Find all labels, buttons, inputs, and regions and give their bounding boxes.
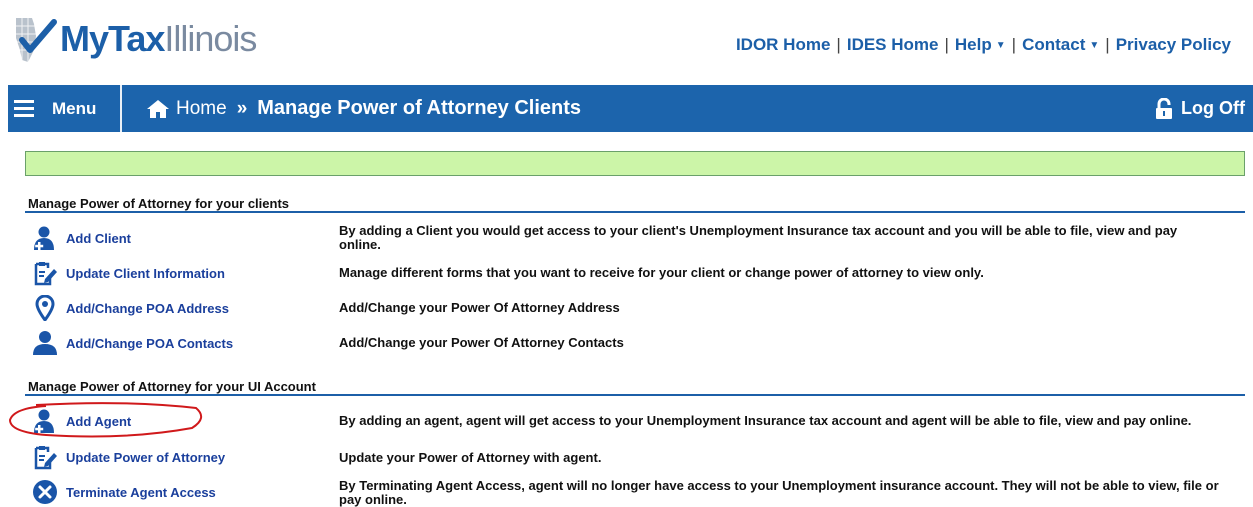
add-change-poa-address-link[interactable]: Add/Change POA Address [32, 295, 229, 321]
update-client-information-link[interactable]: Update Client Information [32, 260, 225, 286]
caret-down-icon: ▼ [1089, 40, 1100, 52]
help-dropdown[interactable]: Help ▼ [955, 35, 1006, 55]
update-power-of-attorney-description: Update your Power of Attorney with agent… [339, 450, 602, 465]
home-icon [147, 99, 169, 118]
home-label: Home [176, 97, 227, 119]
section-title-ui-account: Manage Power of Attorney for your UI Acc… [28, 379, 316, 394]
idor-home-link[interactable]: IDOR Home [736, 35, 830, 55]
edit-document-icon [32, 260, 58, 286]
link-separator: | [1105, 35, 1110, 54]
log-off-label: Log Off [1181, 98, 1245, 118]
main-navbar: Menu Home » Manage Power of Attorney Cli… [8, 85, 1253, 132]
log-off-button[interactable]: Log Off [1155, 85, 1245, 132]
lock-icon [1156, 97, 1173, 119]
close-circle-icon [32, 479, 58, 505]
add-change-poa-contacts-label: Add/Change POA Contacts [66, 335, 234, 351]
help-label: Help [954, 35, 992, 54]
terminate-agent-access-link[interactable]: Terminate Agent Access [32, 479, 216, 505]
update-power-of-attorney-label: Update Power of Attorney [66, 449, 226, 465]
breadcrumb-separator: » [236, 97, 248, 119]
add-change-poa-address-description: Add/Change your Power Of Attorney Addres… [339, 300, 620, 315]
update-power-of-attorney-link[interactable]: Update Power of Attorney [32, 444, 225, 470]
add-change-poa-contacts-description: Add/Change your Power Of Attorney Contac… [339, 335, 624, 350]
map-pin-icon [32, 295, 58, 321]
add-client-description: By adding a Client you would get access … [339, 223, 1178, 252]
contact-dropdown[interactable]: Contact ▼ [1022, 35, 1099, 55]
link-separator: | [1011, 35, 1017, 54]
page-title: Manage Power of Attorney Clients [257, 97, 582, 119]
ides-home-link[interactable]: IDES Home [847, 35, 939, 55]
privacy-policy-link[interactable]: Privacy Policy [1116, 35, 1231, 55]
menu-label: Menu [52, 98, 97, 118]
link-separator: | [836, 35, 841, 54]
link-separator: | [944, 35, 949, 54]
edit-document-icon [32, 444, 58, 470]
add-agent-description: By adding an agent, agent will get acces… [339, 413, 1192, 428]
section-divider [25, 394, 1245, 396]
home-link[interactable]: Home [146, 98, 227, 120]
add-change-poa-contacts-link[interactable]: Add/Change POA Contacts [32, 330, 233, 356]
add-change-poa-address-label: Add/Change POA Address [66, 300, 230, 316]
section-title-clients: Manage Power of Attorney for your client… [28, 196, 290, 211]
top-links: IDOR Home | IDES Home | Help ▼ | Contact ▼… [736, 35, 1231, 55]
update-client-information-label: Update Client Information [66, 265, 225, 281]
add-client-link[interactable]: Add Client [32, 225, 131, 251]
menu-button[interactable]: Menu [8, 85, 122, 132]
mytax-illinois-logo[interactable]: MyTaxIllinois [12, 14, 257, 64]
update-client-information-description: Manage different forms that you want to … [339, 265, 984, 280]
contact-label: Contact [1022, 35, 1086, 54]
logo-wordmark: MyTaxIllinois [60, 18, 257, 59]
add-client-label: Add Client [66, 230, 131, 246]
section-divider [25, 211, 1245, 213]
person-icon [32, 330, 58, 356]
illinois-checkmark-icon [12, 16, 58, 64]
hamburger-icon [14, 96, 34, 121]
caret-down-icon: ▼ [995, 40, 1006, 52]
red-annotation-ellipse [8, 402, 203, 438]
search-input[interactable] [25, 151, 1245, 176]
breadcrumb: Home » Manage Power of Attorney Clients [146, 85, 581, 132]
terminate-agent-access-label: Terminate Agent Access [66, 484, 216, 500]
site-header: MyTaxIllinois IDOR Home | IDES Home | He… [0, 0, 1253, 85]
terminate-agent-access-description: By Terminating Agent Access, agent will … [339, 478, 1219, 507]
add-person-icon [32, 225, 58, 251]
